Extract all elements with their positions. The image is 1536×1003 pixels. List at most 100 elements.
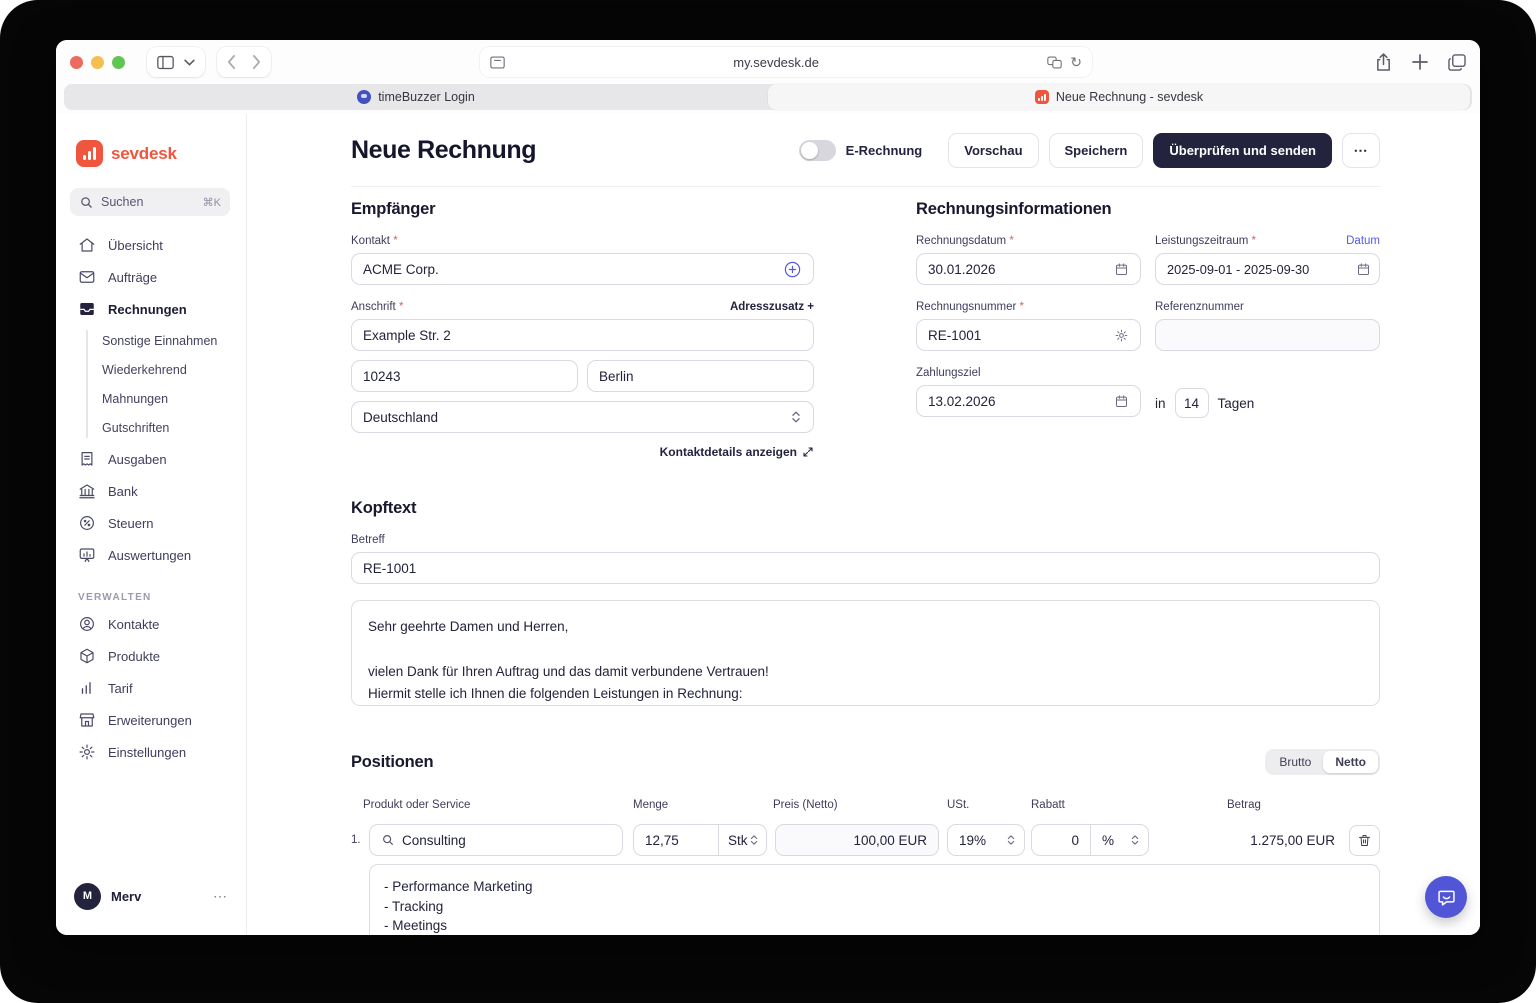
rechnungsnummer-input[interactable]	[928, 328, 1106, 343]
calendar-icon[interactable]	[1114, 394, 1129, 409]
chevron-updown-icon	[1006, 834, 1016, 846]
sidebar-item-rechnungen[interactable]: Rechnungen	[56, 293, 246, 325]
plz-field[interactable]	[351, 360, 578, 392]
user-menu-button[interactable]: ⋯	[213, 888, 228, 905]
add-contact-icon[interactable]	[783, 260, 802, 279]
betreff-input[interactable]	[363, 561, 1368, 576]
brutto-option[interactable]: Brutto	[1267, 751, 1323, 773]
sidebar-item-ausgaben[interactable]: Ausgaben	[56, 443, 246, 475]
user-name: Merv	[111, 889, 141, 904]
position-description-textarea[interactable]	[369, 864, 1380, 935]
zoom-window-button[interactable]	[112, 56, 125, 69]
referenznummer-label: Referenznummer	[1155, 301, 1244, 313]
user-profile[interactable]: M Merv ⋯	[56, 869, 246, 935]
share-icon[interactable]	[1375, 53, 1392, 72]
adresszusatz-link[interactable]: Adresszusatz +	[730, 301, 814, 313]
betreff-field[interactable]	[351, 552, 1380, 584]
netto-option[interactable]: Netto	[1323, 751, 1378, 773]
speichern-button[interactable]: Speichern	[1049, 133, 1144, 168]
delete-position-button[interactable]	[1349, 825, 1380, 856]
sidebar-item-mahnungen[interactable]: Mahnungen	[56, 384, 246, 413]
einheit-select[interactable]: Stk	[719, 824, 767, 856]
datum-link[interactable]: Datum	[1346, 235, 1380, 247]
preis-input[interactable]	[787, 833, 927, 848]
leistungszeitraum-input[interactable]	[1167, 262, 1352, 277]
land-select[interactable]: Deutschland	[351, 401, 814, 433]
rechnungsdatum-input[interactable]	[928, 262, 1106, 277]
chart-board-icon	[78, 546, 96, 564]
sidebar-item-bank[interactable]: Bank	[56, 475, 246, 507]
sidebar-item-gutschriften[interactable]: Gutschriften	[56, 413, 246, 442]
product-input[interactable]	[402, 833, 611, 848]
chat-bubble-icon	[1436, 887, 1457, 908]
sidebar-item-produkte[interactable]: Produkte	[56, 640, 246, 672]
sidebar-item-wiederkehrend[interactable]: Wiederkehrend	[56, 355, 246, 384]
zahlungsziel-tage-field[interactable]	[1175, 388, 1209, 418]
support-chat-button[interactable]	[1425, 876, 1467, 918]
rechnungsdatum-field[interactable]	[916, 253, 1141, 285]
ust-select[interactable]: 19%	[947, 824, 1025, 856]
sidebar-item-einstellungen[interactable]: Einstellungen	[56, 736, 246, 768]
gear-small-icon[interactable]	[1114, 328, 1129, 343]
positionen-title: Positionen	[351, 753, 433, 772]
safari-sidebar-toggle[interactable]	[147, 47, 205, 77]
rabatt-field[interactable]	[1031, 824, 1091, 856]
ort-field[interactable]	[587, 360, 814, 392]
zahlungsziel-input[interactable]	[928, 394, 1106, 409]
tagen-label: Tagen	[1218, 396, 1255, 411]
reader-icon[interactable]	[490, 56, 505, 69]
translate-icon[interactable]	[1047, 56, 1062, 69]
calendar-icon[interactable]	[1114, 262, 1129, 277]
product-field[interactable]	[369, 824, 623, 856]
new-tab-icon[interactable]	[1412, 54, 1428, 70]
tab-timebuzzer[interactable]: timeBuzzer Login	[64, 84, 768, 110]
avatar: M	[74, 883, 101, 910]
kontaktdetails-link[interactable]: Kontaktdetails anzeigen	[351, 445, 814, 459]
kopftext-body-textarea[interactable]	[351, 600, 1380, 706]
sevdesk-logo[interactable]: sevdesk	[76, 140, 246, 167]
vorschau-button[interactable]: Vorschau	[948, 133, 1038, 168]
referenznummer-field[interactable]	[1155, 319, 1380, 351]
menge-field[interactable]	[633, 824, 719, 856]
position-number: 1.	[351, 834, 369, 846]
kontakt-field[interactable]	[351, 253, 814, 285]
sidebar-item-erweiterungen[interactable]: Erweiterungen	[56, 704, 246, 736]
rabatt-einheit-select[interactable]: %	[1091, 824, 1149, 856]
forward-button[interactable]	[252, 55, 261, 69]
strasse-field[interactable]	[351, 319, 814, 351]
strasse-input[interactable]	[363, 328, 802, 343]
menge-input[interactable]	[645, 833, 707, 848]
leistungszeitraum-label: Leistungszeitraum	[1155, 235, 1256, 247]
url-text[interactable]: my.sevdesk.de	[505, 55, 1047, 70]
kontakt-input[interactable]	[363, 262, 775, 277]
close-window-button[interactable]	[70, 56, 83, 69]
sidebar-item-steuern[interactable]: Steuern	[56, 507, 246, 539]
calendar-icon[interactable]	[1356, 262, 1371, 277]
referenznummer-input[interactable]	[1167, 328, 1368, 343]
search-input[interactable]: Suchen ⌘K	[70, 188, 230, 216]
minimize-window-button[interactable]	[91, 56, 104, 69]
reload-icon[interactable]: ↻	[1070, 54, 1082, 71]
sidebar-item-kontakte[interactable]: Kontakte	[56, 608, 246, 640]
bars-chart-icon	[78, 679, 96, 697]
tab-sevdesk[interactable]: Neue Rechnung - sevdesk	[768, 84, 1470, 110]
tage-input[interactable]	[1178, 395, 1206, 412]
zahlungsziel-field[interactable]	[916, 385, 1141, 417]
back-button[interactable]	[227, 55, 236, 69]
sidebar-item-tarif[interactable]: Tarif	[56, 672, 246, 704]
sidebar-item-auftraege[interactable]: Aufträge	[56, 261, 246, 293]
leistungszeitraum-field[interactable]	[1155, 253, 1380, 285]
more-actions-button[interactable]: ⋯	[1342, 133, 1380, 168]
sidebar-item-uebersicht[interactable]: Übersicht	[56, 229, 246, 261]
sidebar-item-auswertungen[interactable]: Auswertungen	[56, 539, 246, 571]
sidebar-item-sonstige-einnahmen[interactable]: Sonstige Einnahmen	[56, 326, 246, 355]
ort-input[interactable]	[599, 369, 802, 384]
send-button[interactable]: Überprüfen und senden	[1153, 133, 1332, 168]
url-bar[interactable]: my.sevdesk.de ↻	[480, 47, 1092, 77]
rechnungsnummer-field[interactable]	[916, 319, 1141, 351]
tab-overview-icon[interactable]	[1448, 54, 1466, 71]
rabatt-input[interactable]	[1043, 833, 1079, 848]
erechnung-toggle[interactable]	[799, 140, 836, 161]
plz-input[interactable]	[363, 369, 566, 384]
preis-field[interactable]	[775, 824, 939, 856]
